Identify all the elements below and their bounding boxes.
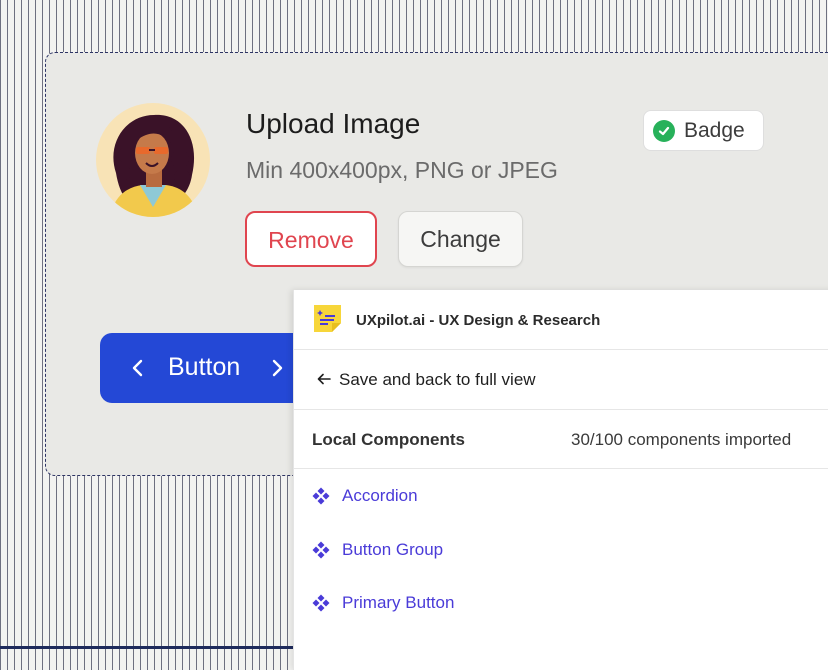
save-and-back-link[interactable]: Save and back to full view <box>294 350 828 410</box>
component-icon <box>312 487 330 505</box>
component-icon <box>312 594 330 612</box>
section-title: Local Components <box>312 430 466 449</box>
change-button[interactable]: Change <box>398 211 523 267</box>
component-label: Primary Button <box>342 593 455 612</box>
component-item-primary-button[interactable]: Primary Button <box>312 589 454 617</box>
remove-button[interactable]: Remove <box>245 211 377 267</box>
arrow-left-icon <box>317 372 331 386</box>
chevron-right-icon[interactable] <box>267 357 287 379</box>
plugin-panel: UXpilot.ai - UX Design & Research Save a… <box>293 290 828 670</box>
uxpilot-logo-icon <box>312 303 343 334</box>
components-count: 30/100 components imported <box>571 430 792 449</box>
component-item-button-group[interactable]: Button Group <box>312 536 443 564</box>
panel-header: UXpilot.ai - UX Design & Research <box>294 290 828 350</box>
badge-label: Badge <box>684 118 745 142</box>
component-label: Accordion <box>342 486 418 505</box>
button-label: Button <box>168 353 241 381</box>
upload-title: Upload Image <box>246 108 421 139</box>
component-label: Button Group <box>342 540 444 559</box>
save-and-back-label: Save and back to full view <box>339 370 536 389</box>
status-badge: Badge <box>643 110 764 151</box>
local-components-header: Local Components 30/100 components impor… <box>294 410 828 469</box>
component-item-accordion[interactable]: Accordion <box>312 482 418 510</box>
component-icon <box>312 541 330 559</box>
chevron-left-icon[interactable] <box>128 357 148 379</box>
check-circle-icon <box>653 119 675 142</box>
avatar <box>96 103 210 217</box>
upload-subtitle: Min 400x400px, PNG or JPEG <box>246 157 558 183</box>
plugin-name: UXpilot.ai - UX Design & Research <box>356 312 601 329</box>
